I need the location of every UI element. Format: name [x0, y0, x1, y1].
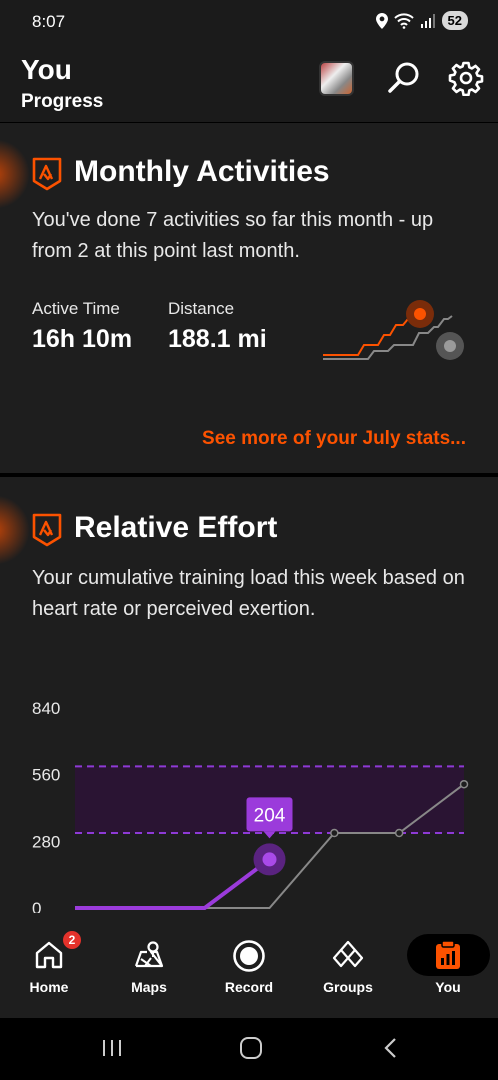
search-icon[interactable]: [386, 60, 422, 96]
active-time-value: 16h 10m: [32, 325, 133, 353]
notification-badge: 2: [61, 929, 83, 951]
nav-record-label: Record: [224, 979, 274, 995]
relative-effort-chart: 8405602800204: [32, 699, 469, 917]
current-value-callout-pointer: [263, 831, 276, 839]
groups-icon: [332, 940, 364, 968]
battery-indicator: 52: [441, 11, 468, 30]
series-point: [459, 779, 469, 789]
home-icon: [35, 941, 63, 969]
nav-maps[interactable]: Maps: [104, 913, 194, 1018]
series-point: [394, 828, 404, 838]
series-point: [330, 828, 339, 838]
active-time-label: Active Time: [32, 299, 120, 318]
current-marker: [262, 852, 277, 867]
recent-apps-icon[interactable]: [101, 1038, 123, 1058]
nav-home-label: Home: [29, 979, 69, 995]
series-line-0: [75, 857, 271, 910]
nav-you[interactable]: You: [403, 913, 493, 1018]
y-tick-label: 280: [32, 832, 60, 851]
see-more-stats-link[interactable]: See more of your July stats...: [202, 428, 466, 450]
page-subtitle[interactable]: Progress: [21, 91, 103, 113]
status-time: 8:07: [32, 12, 66, 31]
this-month-line: [323, 312, 419, 356]
system-nav-bar: [0, 1018, 498, 1080]
monthly-sparkline: [323, 300, 464, 360]
page-header: You Progress: [0, 44, 498, 122]
nav-record[interactable]: Record: [204, 913, 294, 1018]
nav-maps-label: Maps: [131, 979, 167, 995]
this-month-marker: [414, 308, 426, 320]
nav-you-label: You: [435, 979, 461, 995]
home-button-icon[interactable]: [239, 1036, 263, 1060]
signal-icon: [420, 13, 435, 28]
last-month-line: [323, 315, 453, 360]
status-bar: 8:07 52: [0, 0, 498, 44]
monthly-title: Monthly Activities: [74, 155, 330, 188]
you-icon: [436, 940, 460, 969]
relative-effort-card[interactable]: Relative Effort Your cumulative training…: [0, 477, 498, 917]
monthly-description: You've done 7 activities so far this mon…: [32, 209, 434, 262]
current-value-label: 204: [254, 805, 286, 826]
last-month-marker: [444, 340, 456, 352]
distance-label: Distance: [168, 299, 235, 318]
gear-icon[interactable]: [448, 60, 484, 96]
monthly-activities-card[interactable]: Monthly Activities You've done 7 activit…: [0, 123, 498, 473]
distance-value: 188.1 mi: [168, 325, 267, 353]
nav-groups-label: Groups: [323, 979, 373, 995]
back-icon[interactable]: [381, 1036, 401, 1060]
avatar[interactable]: [319, 61, 354, 96]
map-icon: [134, 941, 164, 968]
y-tick-label: 840: [32, 699, 60, 718]
location-icon: [375, 12, 388, 29]
nav-home[interactable]: 2 Home: [4, 913, 94, 1018]
bottom-nav: 2 Home Maps Record Groups You: [0, 913, 498, 1018]
page-title: You: [21, 54, 72, 85]
nav-groups[interactable]: Groups: [303, 913, 393, 1018]
record-icon: [233, 940, 265, 972]
wifi-icon: [393, 12, 414, 29]
y-tick-label: 560: [32, 766, 60, 785]
strava-logo-icon: [32, 157, 62, 191]
